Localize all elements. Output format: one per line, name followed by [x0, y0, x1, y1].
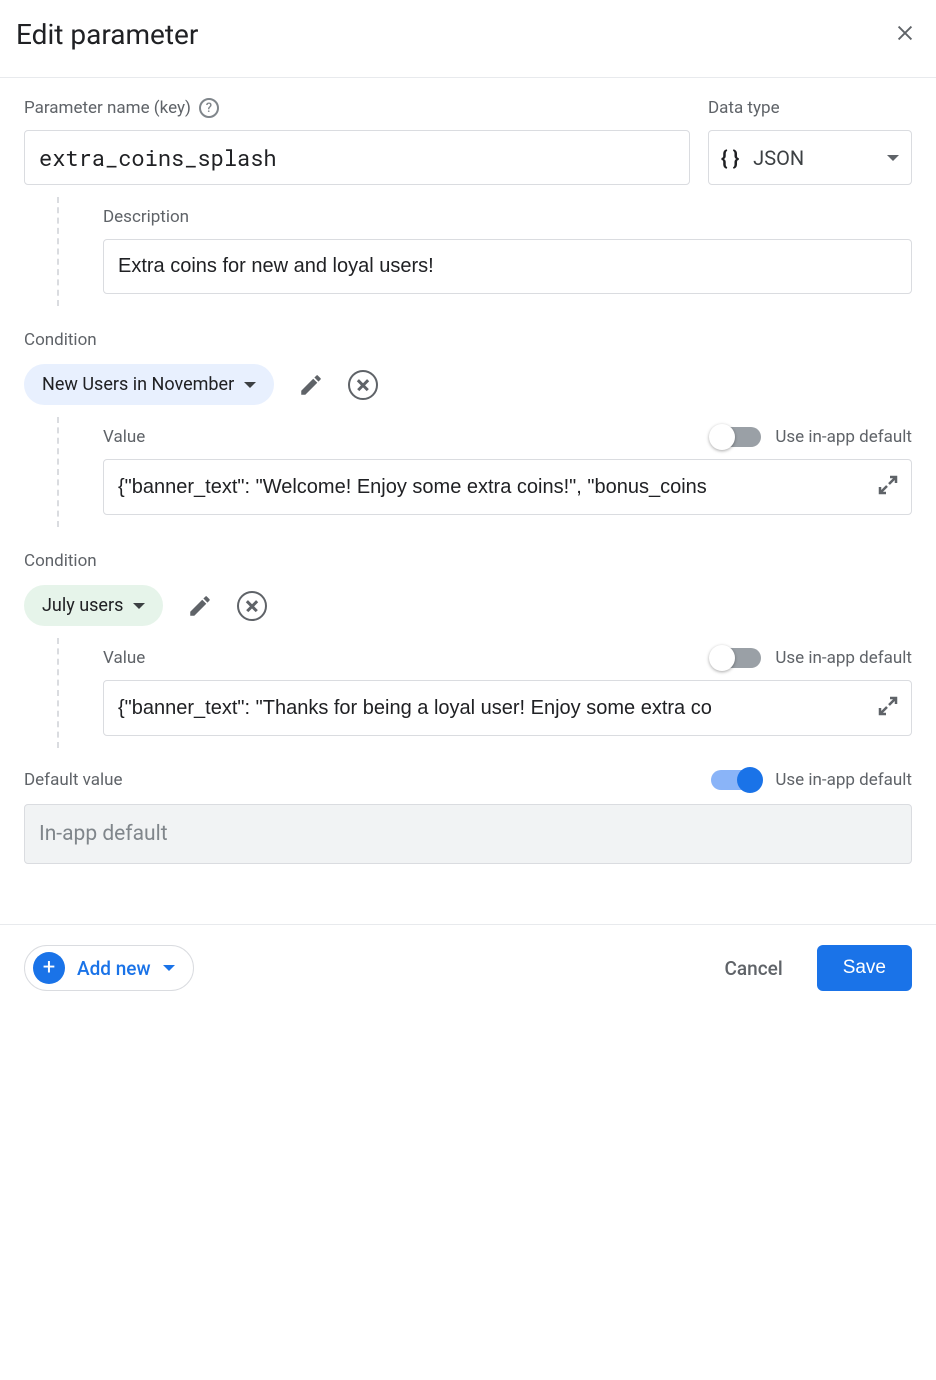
page-title: Edit parameter: [16, 18, 198, 51]
help-icon[interactable]: ?: [199, 98, 219, 118]
condition-value-input[interactable]: [103, 680, 912, 736]
description-label: Description: [103, 207, 189, 227]
data-type-value: JSON: [753, 146, 873, 170]
data-type-label: Data type: [708, 98, 780, 118]
default-value-label: Default value: [24, 770, 123, 790]
condition-label: Condition: [24, 551, 912, 571]
delete-condition-icon[interactable]: [348, 370, 378, 400]
use-in-app-default-toggle[interactable]: [711, 427, 761, 447]
parameter-name-label: Parameter name (key): [24, 98, 191, 118]
data-type-select[interactable]: { } JSON: [708, 130, 912, 185]
pencil-icon[interactable]: [298, 372, 324, 398]
chevron-down-icon: [163, 965, 175, 971]
condition-chip-label: New Users in November: [42, 374, 234, 395]
chevron-down-icon: [133, 603, 145, 609]
plus-icon: +: [33, 952, 65, 984]
close-icon[interactable]: [894, 22, 916, 48]
add-new-button[interactable]: + Add new: [24, 945, 194, 991]
expand-icon[interactable]: [876, 473, 900, 501]
value-label: Value: [103, 648, 145, 668]
condition-label: Condition: [24, 330, 912, 350]
expand-icon[interactable]: [876, 694, 900, 722]
cancel-button[interactable]: Cancel: [725, 957, 783, 980]
chevron-down-icon: [244, 382, 256, 388]
use-in-app-default-label: Use in-app default: [775, 770, 912, 790]
save-button[interactable]: Save: [817, 945, 912, 991]
description-input[interactable]: [103, 239, 912, 294]
json-icon: { }: [721, 146, 739, 170]
parameter-key-input[interactable]: [24, 130, 690, 185]
default-use-in-app-toggle[interactable]: [711, 770, 761, 790]
condition-chip-july-users[interactable]: July users: [24, 585, 163, 626]
default-value-input: In-app default: [24, 804, 912, 864]
use-in-app-default-label: Use in-app default: [775, 427, 912, 447]
condition-chip-label: July users: [42, 595, 123, 616]
condition-value-input[interactable]: [103, 459, 912, 515]
chevron-down-icon: [887, 155, 899, 161]
value-label: Value: [103, 427, 145, 447]
pencil-icon[interactable]: [187, 593, 213, 619]
use-in-app-default-toggle[interactable]: [711, 648, 761, 668]
delete-condition-icon[interactable]: [237, 591, 267, 621]
use-in-app-default-label: Use in-app default: [775, 648, 912, 668]
add-new-label: Add new: [77, 957, 151, 980]
condition-chip-new-users-november[interactable]: New Users in November: [24, 364, 274, 405]
